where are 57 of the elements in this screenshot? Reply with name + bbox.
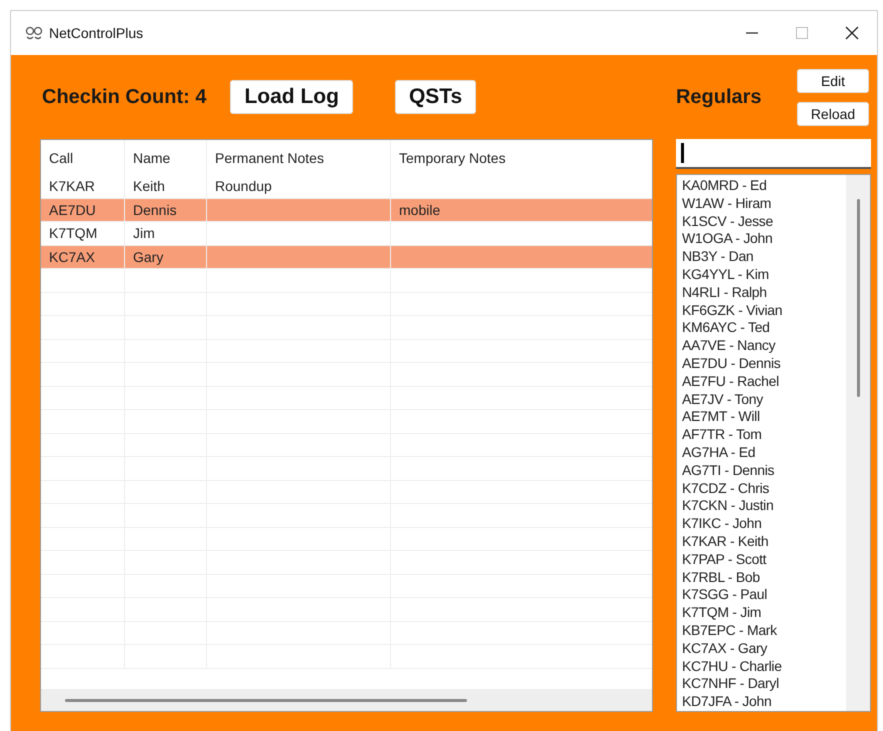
table-cell: Roundup: [215, 178, 272, 194]
toolbar-button[interactable]: Load Log: [230, 80, 353, 114]
vertical-scrollbar[interactable]: [846, 175, 870, 711]
table-cell: Keith: [133, 178, 165, 194]
regular-item[interactable]: AA7VE - Nancy: [682, 337, 846, 355]
table-cell: Gary: [133, 248, 164, 265]
regulars-button[interactable]: Reload: [797, 102, 869, 126]
regular-item[interactable]: K1SCV - Jesse: [682, 212, 846, 230]
regular-item[interactable]: K7SGG - Paul: [682, 586, 846, 604]
horizontal-scrollbar[interactable]: [41, 689, 652, 711]
regular-item[interactable]: AG7HA - Ed: [682, 444, 846, 462]
regulars-title: Regulars: [676, 86, 762, 108]
table-cell: Jim: [133, 225, 155, 242]
regular-item[interactable]: AE7MT - Will: [682, 408, 846, 426]
table-cell: AE7DU: [49, 202, 96, 218]
regular-item[interactable]: K7KAR - Keith: [682, 532, 846, 551]
column-header[interactable]: Name: [125, 140, 207, 175]
regular-item[interactable]: KD7JFA - John: [682, 693, 846, 711]
regular-item[interactable]: AG7TI - Dennis: [682, 462, 846, 480]
table-cell: mobile: [399, 202, 440, 218]
regular-item[interactable]: AE7DU - Dennis: [682, 354, 846, 373]
toolbar-button[interactable]: QSTs: [394, 80, 476, 114]
table-cell: K7TQM: [49, 225, 98, 242]
regular-item[interactable]: KC7AX - Gary: [682, 640, 846, 658]
regular-item[interactable]: AF7TR - Tom: [682, 426, 846, 444]
checkin-count: Checkin Count: 4: [42, 86, 206, 108]
column-header[interactable]: Call: [41, 140, 125, 175]
regular-item[interactable]: K7CKN - Justin: [682, 497, 846, 516]
regular-item[interactable]: W1AW - Hiram: [682, 194, 846, 213]
regular-item[interactable]: K7IKC - John: [682, 515, 846, 533]
regular-item[interactable]: AE7FU - Rachel: [682, 372, 846, 391]
regular-item[interactable]: K7TQM - Jim: [682, 604, 846, 622]
table-cell: KC7AX: [49, 248, 95, 265]
regular-item[interactable]: KC7HU - Charlie: [682, 658, 846, 676]
regular-item[interactable]: N4RLI - Ralph: [682, 284, 846, 302]
table-row[interactable]: AE7DU Dennis mobile: [41, 198, 652, 222]
regular-item[interactable]: KM6AYC - Ted: [682, 319, 846, 338]
regular-item[interactable]: K7RBL - Bob: [682, 568, 846, 586]
column-header[interactable]: Permanent Notes: [207, 140, 391, 175]
regular-item[interactable]: KB7EPC - Mark: [682, 622, 846, 640]
app-icon: [25, 25, 43, 41]
column-header[interactable]: Temporary Notes: [391, 140, 652, 175]
regular-item[interactable]: KC7NHF - Daryl: [682, 675, 846, 694]
regular-item[interactable]: KF6GZK - Vivian: [682, 302, 846, 320]
window-title: NetControlPlus: [49, 25, 144, 41]
regular-item[interactable]: AE7JV - Tony: [682, 390, 846, 408]
regular-item[interactable]: K7PAP - Scott: [682, 550, 846, 569]
regular-item[interactable]: KA0MRD - Ed: [682, 177, 846, 195]
search-field[interactable]: [676, 139, 871, 169]
regular-item[interactable]: NB3Y - Dan: [682, 248, 846, 266]
regular-item[interactable]: KG4YYL - Kim: [682, 266, 846, 284]
regulars-button[interactable]: Edit: [797, 68, 869, 92]
table-cell: K7KAR: [49, 178, 95, 194]
regular-item[interactable]: K7CDZ - Chris: [682, 480, 846, 498]
table-row[interactable]: KC7AX Gary: [41, 246, 652, 269]
regular-item[interactable]: W1OGA - John: [682, 230, 846, 248]
table-cell: Dennis: [133, 202, 177, 218]
